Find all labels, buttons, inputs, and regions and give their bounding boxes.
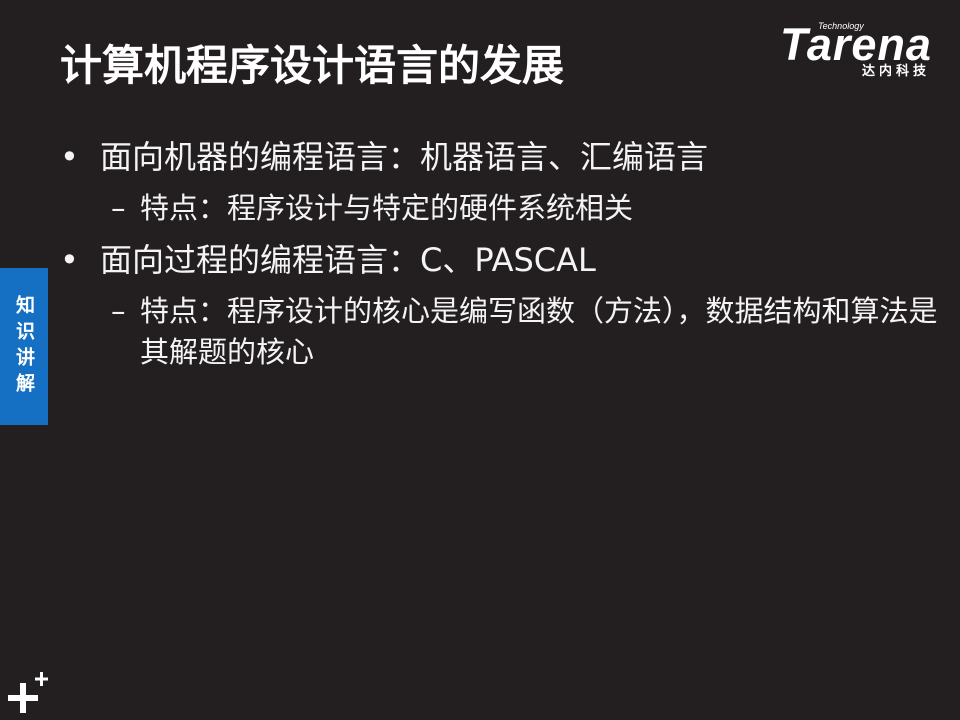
sub-bullet-item: 特点：程序设计的核心是编写函数（方法），数据结构和算法是其解题的核心 [140, 294, 938, 369]
bullet-marker: • [60, 241, 79, 279]
sub-bullet-marker: – [111, 191, 126, 225]
logo-brand-name: Tarena [780, 19, 932, 70]
sub-bullet-marker: – [111, 294, 126, 328]
side-tab-label: 知识讲解 [13, 294, 35, 399]
bullet-marker: • [60, 138, 79, 176]
section-side-tab: 知识讲解 [0, 268, 48, 425]
slide-title: 计算机程序设计语言的发展 [60, 41, 565, 90]
plus-plus-icon [8, 672, 48, 713]
sub-bullet-item: 特点：程序设计与特定的硬件系统相关 [140, 191, 634, 225]
bullet-item: 面向过程的编程语言：C、PASCAL [100, 241, 596, 279]
logo-chinese-name: 达内科技 [862, 64, 931, 79]
bullet-item: 面向机器的编程语言：机器语言、汇编语言 [100, 138, 709, 176]
